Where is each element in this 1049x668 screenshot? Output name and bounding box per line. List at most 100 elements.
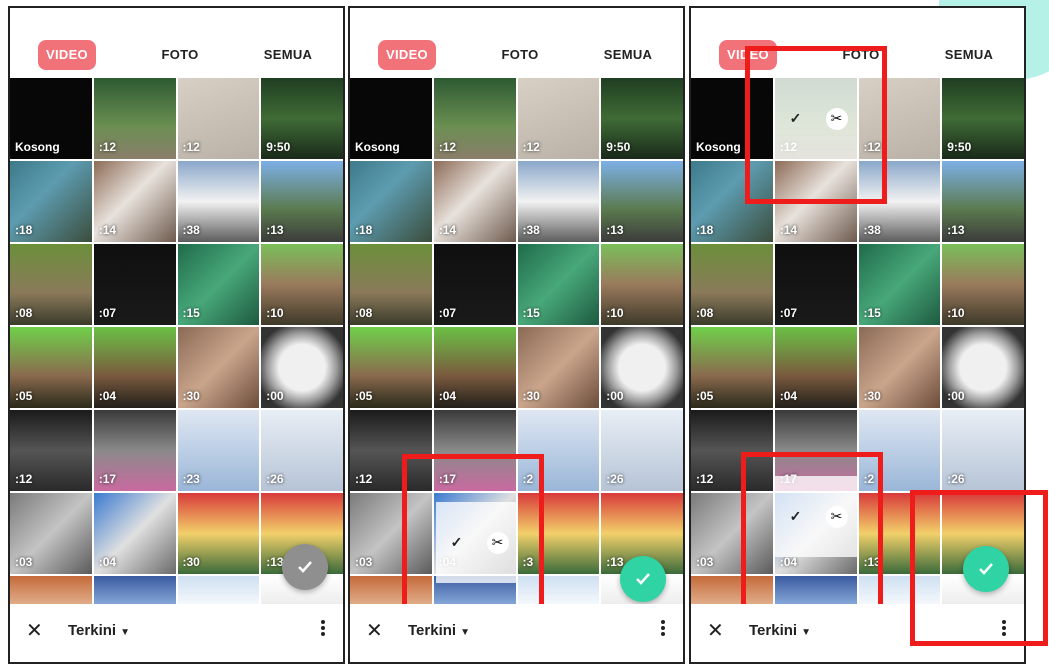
video-grid: Kosong:12:12 9:50:18:14:38:13:08:07:15:10… [10, 78, 343, 612]
video-thumbnail[interactable]: :12 [93, 78, 176, 159]
video-duration: :10 [266, 306, 284, 320]
confirm-fab[interactable] [620, 556, 666, 602]
video-thumbnail[interactable]: :30 [517, 327, 600, 408]
video-thumbnail[interactable]: :26 [601, 410, 683, 491]
video-thumbnail[interactable]: :07 [774, 244, 857, 325]
tab-foto[interactable]: FOTO [160, 40, 200, 70]
video-thumbnail[interactable]: :18 [10, 161, 92, 242]
video-thumbnail[interactable]: :30 [177, 493, 260, 574]
video-duration: :18 [696, 223, 714, 237]
video-duration: :17 [98, 472, 117, 486]
tab-video[interactable]: VIDEO [38, 40, 96, 70]
video-thumbnail[interactable]: :12 [10, 410, 92, 491]
tab-semua[interactable]: SEMUA [944, 40, 994, 70]
video-thumbnail[interactable]: :12 [177, 78, 260, 159]
video-thumbnail[interactable]: :05 [691, 327, 773, 408]
video-duration: 9:50 [606, 140, 631, 154]
video-thumbnail[interactable]: :04 [774, 327, 857, 408]
video-thumbnail[interactable]: :30 [858, 327, 941, 408]
video-thumbnail[interactable]: :26 [261, 410, 343, 491]
video-duration: :00 [606, 389, 624, 403]
more-vertical-icon[interactable] [321, 618, 327, 638]
video-duration: :13 [266, 555, 284, 569]
check-icon [636, 573, 650, 585]
video-duration: :30 [863, 389, 881, 403]
caret-down-icon: ▼ [460, 627, 470, 638]
video-thumbnail[interactable]: :00 [601, 327, 683, 408]
video-thumbnail[interactable]: :38 [177, 161, 260, 242]
close-icon[interactable]: ✕ [366, 618, 383, 643]
video-thumbnail[interactable]: Kosong [10, 78, 92, 159]
video-thumbnail[interactable]: :12 [433, 78, 516, 159]
video-thumbnail[interactable]: :07 [433, 244, 516, 325]
caret-down-icon: ▼ [801, 627, 811, 638]
video-thumbnail[interactable]: :23 [177, 410, 260, 491]
sort-dropdown[interactable]: Terkini ▼ [68, 622, 130, 639]
video-thumbnail[interactable]: :10 [601, 244, 683, 325]
tab-foto[interactable]: FOTO [500, 40, 540, 70]
video-duration: :07 [438, 306, 457, 320]
video-duration: 9:50 [947, 140, 972, 154]
video-thumbnail[interactable]: :08 [350, 244, 432, 325]
video-thumbnail[interactable]: :14 [93, 161, 176, 242]
video-duration: :12 [696, 472, 714, 486]
video-duration: :18 [15, 223, 33, 237]
tab-semua[interactable]: SEMUA [263, 40, 313, 70]
video-thumbnail[interactable]: :15 [517, 244, 600, 325]
more-vertical-icon[interactable] [661, 618, 667, 638]
video-thumbnail[interactable]: :38 [517, 161, 600, 242]
video-thumbnail[interactable]: :00 [261, 327, 343, 408]
video-duration: :14 [779, 223, 798, 237]
sort-dropdown[interactable]: Terkini ▼ [749, 622, 811, 639]
video-duration: :14 [438, 223, 457, 237]
media-type-tabs: VIDEO FOTO SEMUA [350, 8, 683, 78]
video-thumbnail[interactable]: :03 [10, 493, 92, 574]
close-icon[interactable]: ✕ [707, 618, 724, 643]
video-duration: :05 [696, 389, 714, 403]
video-thumbnail[interactable]: :10 [942, 244, 1024, 325]
video-thumbnail[interactable]: 9:50 [261, 78, 343, 159]
video-duration: :08 [355, 306, 373, 320]
video-duration: :08 [696, 306, 714, 320]
video-thumbnail[interactable]: :04 [433, 327, 516, 408]
video-thumbnail[interactable]: :07 [93, 244, 176, 325]
close-icon[interactable]: ✕ [26, 618, 43, 643]
video-duration: :00 [266, 389, 284, 403]
video-duration: :12 [182, 140, 200, 154]
video-thumbnail[interactable]: :17 [93, 410, 176, 491]
video-thumbnail[interactable]: :15 [177, 244, 260, 325]
tab-semua[interactable]: SEMUA [603, 40, 653, 70]
video-thumbnail[interactable]: :05 [350, 327, 432, 408]
tab-video[interactable]: VIDEO [378, 40, 436, 70]
video-duration: :04 [98, 389, 117, 403]
video-thumbnail[interactable]: Kosong [350, 78, 432, 159]
video-thumbnail[interactable]: :05 [10, 327, 92, 408]
video-duration: :10 [606, 306, 624, 320]
video-thumbnail[interactable]: :18 [350, 161, 432, 242]
video-thumbnail[interactable]: :13 [261, 161, 343, 242]
video-thumbnail[interactable]: :26 [942, 410, 1024, 491]
video-thumbnail[interactable]: :00 [942, 327, 1024, 408]
video-thumbnail[interactable]: :12 [517, 78, 600, 159]
bottom-toolbar: ✕ Terkini ▼ [350, 604, 683, 662]
highlight-box [402, 454, 544, 612]
video-duration: :30 [522, 389, 540, 403]
video-duration: :15 [863, 306, 881, 320]
confirm-fab[interactable] [282, 544, 328, 590]
video-thumbnail[interactable]: 9:50 [601, 78, 683, 159]
video-duration: :26 [606, 472, 624, 486]
video-thumbnail[interactable]: :04 [93, 327, 176, 408]
video-thumbnail[interactable]: :13 [942, 161, 1024, 242]
video-thumbnail[interactable]: :15 [858, 244, 941, 325]
sort-dropdown[interactable]: Terkini ▼ [408, 622, 470, 639]
video-thumbnail[interactable]: :30 [177, 327, 260, 408]
video-thumbnail[interactable]: :13 [601, 161, 683, 242]
video-thumbnail[interactable]: :04 [93, 493, 176, 574]
video-thumbnail[interactable]: :08 [10, 244, 92, 325]
video-thumbnail[interactable]: 9:50 [942, 78, 1024, 159]
video-thumbnail[interactable]: :14 [433, 161, 516, 242]
video-duration: :04 [779, 389, 798, 403]
video-duration: :23 [182, 472, 200, 486]
video-thumbnail[interactable]: :10 [261, 244, 343, 325]
video-thumbnail[interactable]: :08 [691, 244, 773, 325]
